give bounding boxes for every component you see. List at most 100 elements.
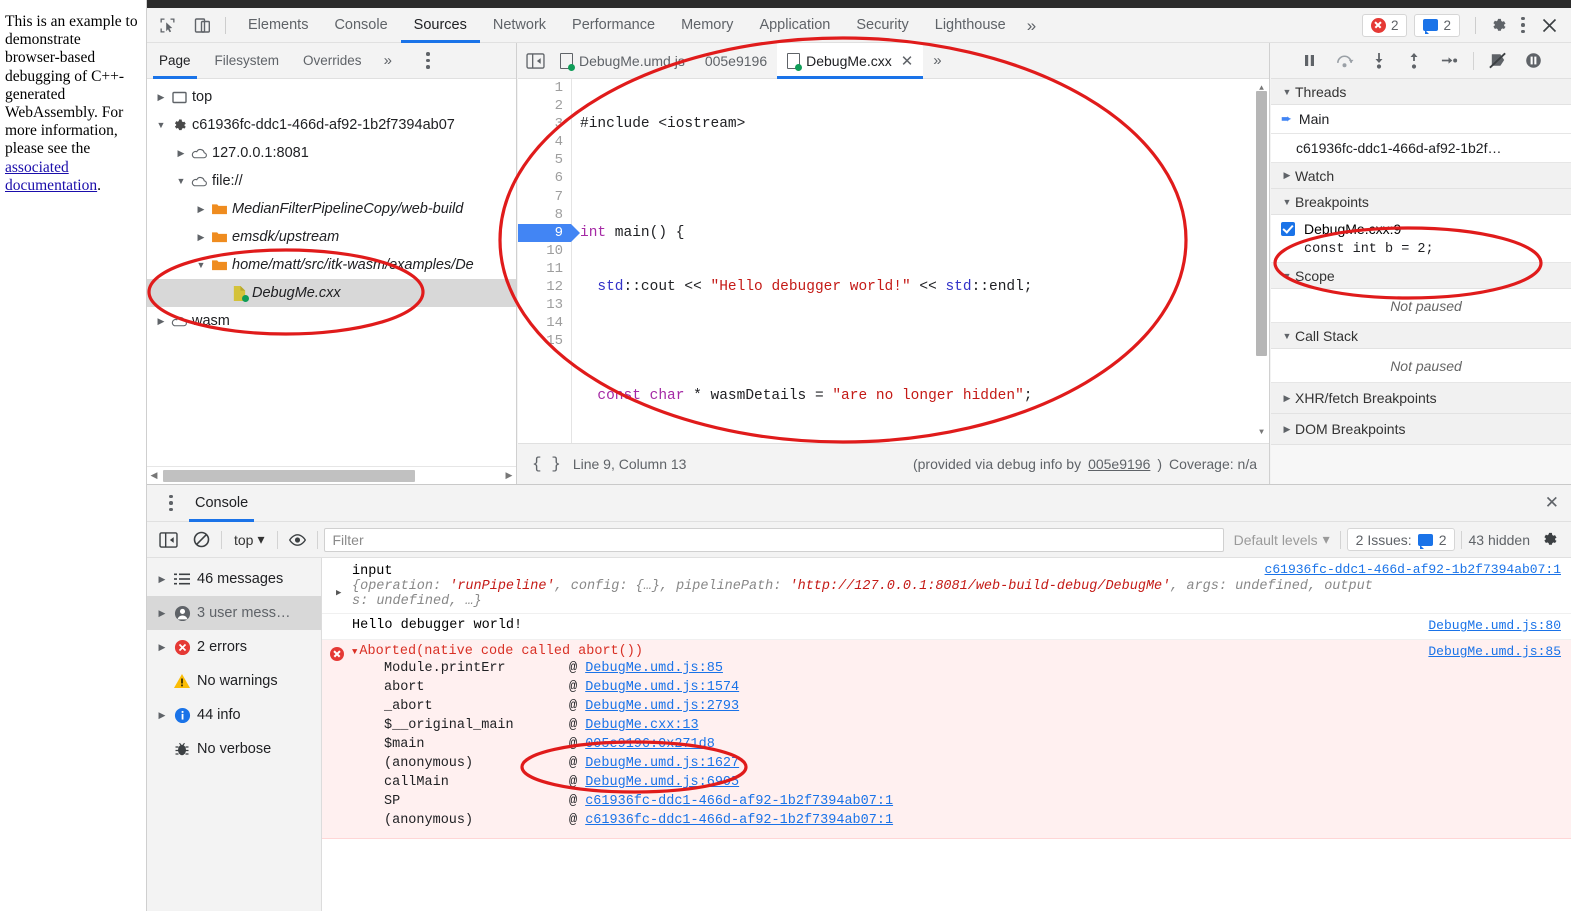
console-filter-user-messages[interactable]: ▶ 3 user mess…: [147, 596, 321, 630]
console-filter-verbose[interactable]: No verbose: [147, 732, 321, 766]
line-number[interactable]: 5: [518, 151, 571, 169]
twisty-icon[interactable]: [153, 92, 169, 103]
tab-elements[interactable]: Elements: [235, 8, 321, 43]
nav-tab-page[interactable]: Page: [147, 43, 203, 79]
console-filter-all-messages[interactable]: ▶ 46 messages: [147, 562, 321, 596]
twisty-icon[interactable]: ▶: [153, 710, 171, 721]
twisty-icon[interactable]: [1279, 170, 1295, 181]
stack-frame-link[interactable]: DebugMe.cxx:13: [585, 718, 698, 733]
line-number[interactable]: 15: [518, 332, 571, 350]
thread-item-main[interactable]: ➨ Main: [1271, 105, 1571, 134]
console-message-source[interactable]: DebugMe.umd.js:85: [1428, 644, 1561, 659]
stack-frame-link[interactable]: c61936fc-ddc1-466d-af92-1b2f7394ab07:1: [585, 813, 893, 828]
step-out-icon[interactable]: [1401, 48, 1427, 74]
tab-application[interactable]: Application: [746, 8, 843, 43]
more-tabs-chevron-icon[interactable]: »: [1019, 8, 1044, 43]
error-count-badge[interactable]: 2: [1362, 14, 1408, 37]
tree-item-debugme-cxx[interactable]: DebugMe.cxx: [147, 279, 516, 307]
kebab-menu-icon[interactable]: [1511, 12, 1535, 38]
section-dom-breakpoints-header[interactable]: DOM Breakpoints: [1271, 414, 1571, 445]
twisty-icon[interactable]: ▶: [153, 574, 171, 585]
console-error-title-row[interactable]: ▼Aborted(native code called abort()): [352, 644, 1571, 659]
console-message-hello[interactable]: DebugMe.umd.js:80 Hello debugger world!: [322, 614, 1571, 640]
line-number[interactable]: 13: [518, 296, 571, 314]
twisty-icon[interactable]: [193, 204, 209, 215]
tab-sources[interactable]: Sources: [401, 8, 480, 43]
twisty-icon[interactable]: [1279, 424, 1295, 435]
step-icon[interactable]: [1436, 48, 1462, 74]
stack-frame-link[interactable]: DebugMe.umd.js:1574: [585, 680, 739, 695]
line-number[interactable]: 8: [518, 206, 571, 224]
stack-frame-link[interactable]: DebugMe.umd.js:6905: [585, 775, 739, 790]
code-viewer[interactable]: 1 2 3 4 5 6 7 8 9 10 11 12 13 14: [518, 79, 1269, 443]
step-into-icon[interactable]: [1366, 48, 1392, 74]
nav-tab-overrides[interactable]: Overrides: [291, 43, 374, 79]
tree-item-examples-dir[interactable]: home/matt/src/itk-wasm/examples/De: [147, 251, 516, 279]
twisty-icon[interactable]: [193, 232, 209, 243]
twisty-icon[interactable]: [173, 148, 189, 159]
line-number[interactable]: 3: [518, 115, 571, 133]
editor-tab-debugme-umd-js[interactable]: DebugMe.umd.js: [550, 43, 695, 79]
stack-frame-link[interactable]: DebugMe.umd.js:85: [585, 661, 723, 676]
line-number[interactable]: 10: [518, 242, 571, 260]
section-call-stack-header[interactable]: Call Stack: [1271, 323, 1571, 349]
console-context-selector[interactable]: top ▾: [228, 531, 271, 548]
console-message-error[interactable]: DebugMe.umd.js:85 ▼Aborted(native code c…: [322, 640, 1571, 839]
twisty-icon[interactable]: [1279, 393, 1295, 404]
console-filter-warnings[interactable]: No warnings: [147, 664, 321, 698]
breakpoint-checkbox[interactable]: [1281, 222, 1295, 236]
close-icon[interactable]: [1535, 12, 1563, 38]
line-number[interactable]: 11: [518, 260, 571, 278]
close-icon[interactable]: ✕: [901, 52, 914, 70]
pause-on-exceptions-icon[interactable]: [1520, 48, 1546, 74]
line-number[interactable]: 4: [518, 133, 571, 151]
tree-item-wasm[interactable]: wasm: [147, 307, 516, 335]
inspect-cursor-icon[interactable]: [153, 12, 182, 39]
twisty-icon[interactable]: [193, 260, 209, 270]
thread-item-worker[interactable]: c61936fc-ddc1-466d-af92-1b2f…: [1271, 134, 1571, 163]
stack-frame-link[interactable]: DebugMe.umd.js:1627: [585, 756, 739, 771]
pause-icon[interactable]: [1296, 48, 1322, 74]
line-number-gutter[interactable]: 1 2 3 4 5 6 7 8 9 10 11 12 13 14: [518, 79, 572, 443]
twisty-icon[interactable]: ▶: [153, 608, 171, 619]
section-breakpoints-header[interactable]: Breakpoints: [1271, 189, 1571, 215]
tab-network[interactable]: Network: [480, 8, 559, 43]
line-number[interactable]: 6: [518, 169, 571, 187]
nav-tab-filesystem[interactable]: Filesystem: [203, 43, 292, 79]
tree-item-file-scheme[interactable]: file://: [147, 167, 516, 195]
breakpoint-item[interactable]: DebugMe.cxx:9 const int b = 2;: [1271, 215, 1571, 263]
tab-performance[interactable]: Performance: [559, 8, 668, 43]
twisty-icon[interactable]: [1279, 331, 1295, 341]
drawer-tab-console[interactable]: Console: [183, 485, 260, 522]
gear-icon[interactable]: [1485, 12, 1511, 38]
code-text[interactable]: #include <iostream> int main() { std::co…: [580, 79, 1253, 443]
clear-console-icon[interactable]: [188, 527, 215, 553]
twisty-icon[interactable]: [153, 120, 169, 130]
device-toolbar-icon[interactable]: [188, 12, 217, 39]
expand-twisty-icon[interactable]: ▼: [352, 647, 357, 657]
console-message-list[interactable]: c61936fc-ddc1-466d-af92-1b2f7394ab07:1 i…: [322, 558, 1571, 911]
tab-console[interactable]: Console: [321, 8, 400, 43]
log-levels-selector[interactable]: Default levels ▾: [1230, 531, 1334, 548]
associated-documentation-link[interactable]: associated documentation: [5, 159, 97, 194]
twisty-icon[interactable]: ▶: [153, 642, 171, 653]
line-number-breakpoint-active[interactable]: 9: [518, 224, 571, 242]
editor-more-chevron-icon[interactable]: »: [923, 52, 951, 69]
navigator-menu-icon[interactable]: [416, 48, 440, 74]
console-filter-info[interactable]: ▶ 44 info: [147, 698, 321, 732]
section-threads-header[interactable]: Threads: [1271, 79, 1571, 105]
tree-item-top[interactable]: top: [147, 83, 516, 111]
drawer-close-icon[interactable]: ✕: [1545, 493, 1571, 513]
navigator-horizontal-scrollbar[interactable]: ◀ ▶: [147, 466, 516, 484]
console-message-source[interactable]: c61936fc-ddc1-466d-af92-1b2f7394ab07:1: [1265, 562, 1561, 577]
expand-twisty-icon[interactable]: ▶: [336, 588, 341, 598]
live-expression-icon[interactable]: [284, 527, 311, 553]
console-filter-errors[interactable]: ▶ 2 errors: [147, 630, 321, 664]
gear-icon[interactable]: [1536, 527, 1563, 553]
console-sidebar-icon[interactable]: [155, 527, 182, 553]
line-number[interactable]: 14: [518, 314, 571, 332]
stack-frame-link[interactable]: 005e9196:0x271d8: [585, 737, 715, 752]
line-number[interactable]: 12: [518, 278, 571, 296]
tab-lighthouse[interactable]: Lighthouse: [922, 8, 1019, 43]
section-watch-header[interactable]: Watch: [1271, 163, 1571, 189]
